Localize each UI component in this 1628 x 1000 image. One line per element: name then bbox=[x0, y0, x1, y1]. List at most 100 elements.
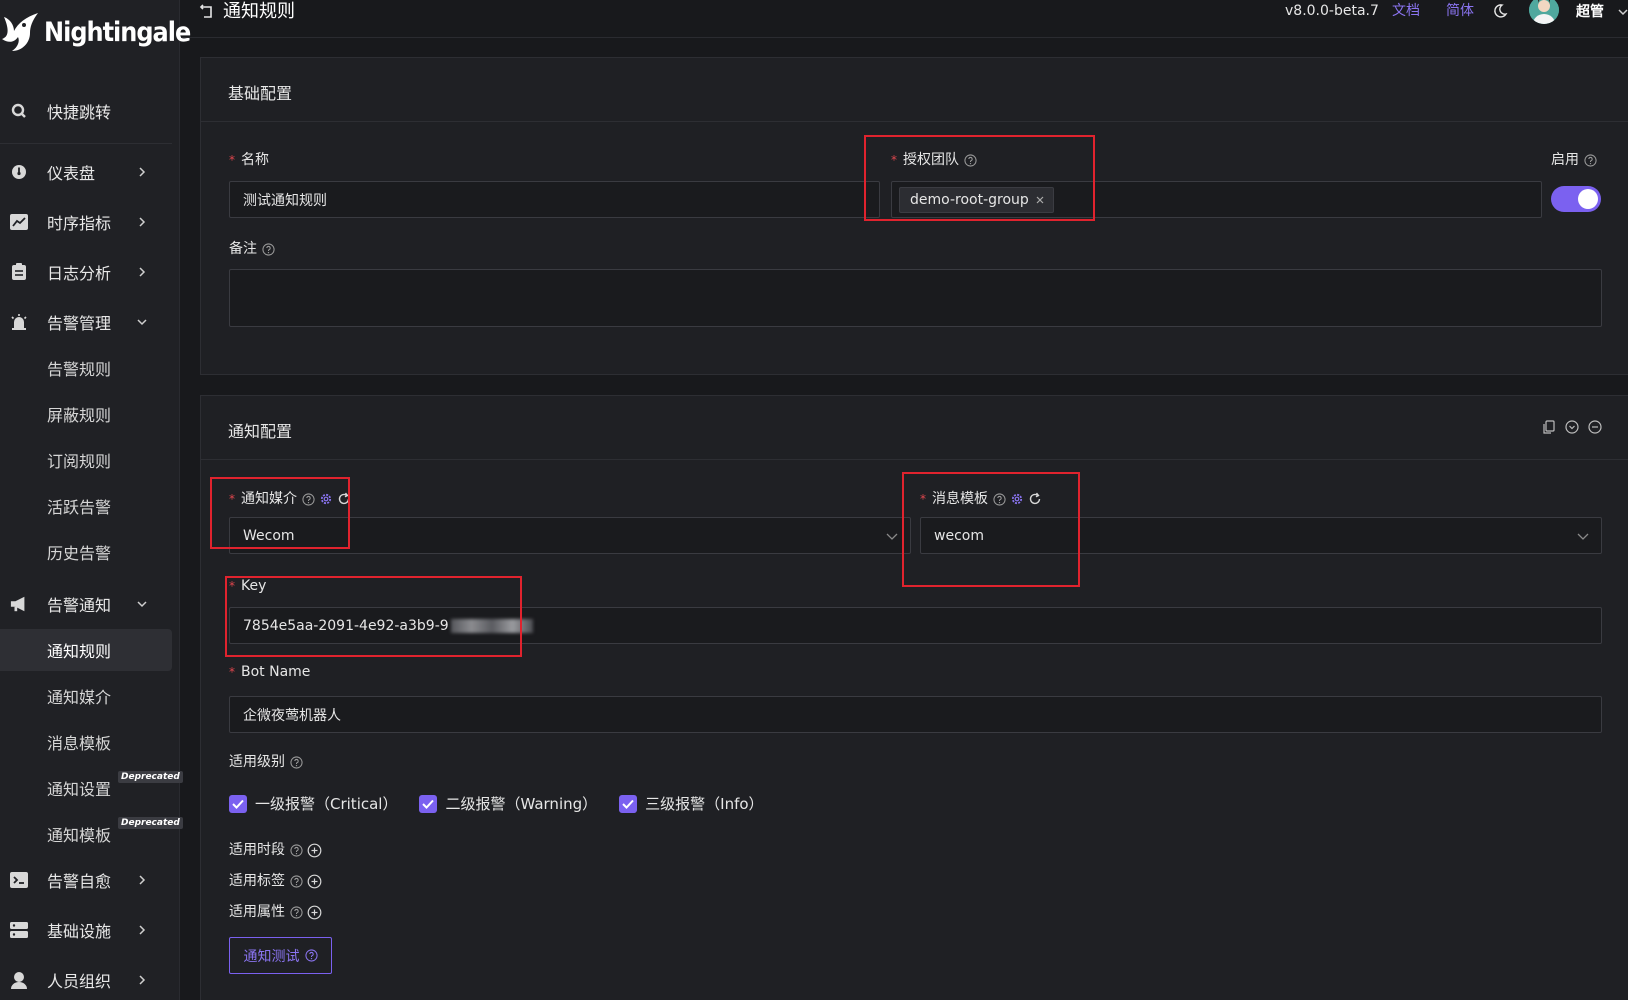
input-value: 测试通知规则 bbox=[243, 192, 327, 209]
level-checkbox-warning[interactable]: 二级报警（Warning） bbox=[419, 793, 597, 814]
template-select[interactable]: wecom bbox=[920, 517, 1602, 554]
enable-toggle[interactable] bbox=[1551, 186, 1601, 212]
checkbox-checked[interactable] bbox=[619, 794, 638, 813]
gear-icon[interactable] bbox=[319, 492, 333, 506]
sidebar-item-notify-settings[interactable]: 通知设置 Deprecated bbox=[0, 767, 183, 809]
add-circle-icon[interactable] bbox=[307, 874, 322, 889]
enable-label: 启用 bbox=[1551, 151, 1597, 169]
sidebar-item-notify-media[interactable]: 通知媒介 bbox=[0, 675, 172, 717]
page-title: 通知规则 bbox=[223, 1, 295, 22]
app-logo[interactable]: Nightingale bbox=[0, 6, 191, 58]
label-text: 消息模板 bbox=[932, 491, 988, 507]
line-chart-icon bbox=[10, 213, 28, 231]
media-select[interactable]: Wecom bbox=[229, 517, 911, 554]
section-title: 基础配置 bbox=[228, 84, 293, 103]
help-icon[interactable] bbox=[1584, 153, 1597, 167]
sidebar-item-mute-rules[interactable]: 屏蔽规则 bbox=[0, 393, 172, 435]
help-icon[interactable] bbox=[262, 242, 275, 256]
gear-icon[interactable] bbox=[1010, 492, 1024, 506]
refresh-icon[interactable] bbox=[1028, 492, 1042, 506]
nightingale-logo-icon bbox=[2, 13, 38, 51]
refresh-icon[interactable] bbox=[337, 492, 351, 506]
attributes-label: 适用属性 bbox=[229, 903, 322, 921]
sidebar-item-label: 快捷跳转 bbox=[47, 103, 112, 122]
input-value: 7854e5aa-2091-4e92-a3b9-9 bbox=[243, 617, 449, 634]
sidebar-item-notify-rules[interactable]: 通知规则 bbox=[0, 629, 172, 671]
sidebar-item-active-alerts[interactable]: 活跃告警 bbox=[0, 485, 172, 527]
input-value: 企微夜莺机器人 bbox=[243, 707, 341, 724]
sidebar-item-dashboard[interactable]: 仪表盘 bbox=[0, 152, 172, 192]
sidebar-item-subscribe-rules[interactable]: 订阅规则 bbox=[0, 439, 172, 481]
sidebar-item-label: 仪表盘 bbox=[47, 164, 96, 183]
add-circle-icon[interactable] bbox=[307, 905, 322, 920]
sidebar-item-label: 日志分析 bbox=[47, 264, 112, 283]
help-icon[interactable] bbox=[290, 755, 303, 769]
label-text: 通知媒介 bbox=[241, 491, 297, 507]
sidebar: Nightingale 快捷跳转 仪表盘 时序指标 日志分析 告警管理 告警规则… bbox=[0, 0, 191, 1000]
section-title: 通知配置 bbox=[228, 422, 293, 441]
help-icon[interactable] bbox=[290, 843, 303, 857]
sidebar-item-label: 通知模板 bbox=[47, 826, 112, 845]
dashboard-icon bbox=[10, 163, 28, 181]
sidebar-item-history-alerts[interactable]: 历史告警 bbox=[0, 531, 172, 573]
sidebar-item-self-healing[interactable]: 告警自愈 bbox=[0, 860, 172, 900]
docs-link[interactable]: 文档 bbox=[1392, 0, 1420, 22]
remove-circle-icon[interactable] bbox=[1588, 420, 1602, 434]
chevron-down-icon[interactable] bbox=[1617, 6, 1628, 18]
template-label: * 消息模板 bbox=[920, 490, 1042, 508]
sidebar-item-label: 通知设置 bbox=[47, 780, 112, 799]
key-input[interactable]: 7854e5aa-2091-4e92-a3b9-9 bbox=[229, 607, 1602, 644]
sidebar-item-notify-templates[interactable]: 通知模板 Deprecated bbox=[0, 813, 183, 855]
card-tools bbox=[1542, 420, 1602, 434]
copy-icon[interactable] bbox=[1542, 420, 1556, 434]
sidebar-item-quick-jump[interactable]: 快捷跳转 bbox=[0, 91, 172, 131]
chevron-down-icon bbox=[1577, 533, 1589, 540]
avatar[interactable] bbox=[1529, 0, 1559, 24]
required-mark: * bbox=[229, 153, 235, 167]
select-value: wecom bbox=[934, 527, 984, 544]
help-icon[interactable] bbox=[993, 492, 1006, 506]
back-arrow-icon[interactable] bbox=[199, 3, 215, 19]
sidebar-item-message-templates[interactable]: 消息模板 bbox=[0, 721, 172, 763]
tags-label: 适用标签 bbox=[229, 872, 322, 890]
close-icon[interactable] bbox=[1035, 195, 1045, 205]
sidebar-item-alert-rules[interactable]: 告警规则 bbox=[0, 347, 172, 389]
checkbox-label: 一级报警（Critical） bbox=[255, 795, 398, 813]
team-tag: demo-root-group bbox=[899, 186, 1054, 213]
name-input[interactable]: 测试通知规则 bbox=[229, 181, 880, 218]
sidebar-divider bbox=[0, 143, 172, 144]
version-label: v8.0.0-beta.7 bbox=[1285, 3, 1379, 19]
sidebar-item-label: 告警管理 bbox=[47, 314, 112, 333]
sidebar-item-label: 人员组织 bbox=[47, 972, 112, 991]
help-icon[interactable] bbox=[302, 492, 315, 506]
notify-test-button[interactable]: 通知测试 bbox=[229, 937, 332, 974]
add-circle-icon[interactable] bbox=[307, 843, 322, 858]
user-name[interactable]: 超管 bbox=[1576, 1, 1604, 23]
deprecated-badge: Deprecated bbox=[118, 817, 183, 829]
checkbox-label: 三级报警（Info） bbox=[645, 795, 764, 813]
note-textarea[interactable] bbox=[229, 269, 1602, 327]
sidebar-item-infrastructure[interactable]: 基础设施 bbox=[0, 910, 172, 950]
language-switch[interactable]: 简体 bbox=[1446, 0, 1474, 22]
help-icon[interactable] bbox=[290, 905, 303, 919]
level-checkbox-info[interactable]: 三级报警（Info） bbox=[619, 793, 764, 814]
moon-icon[interactable] bbox=[1492, 3, 1508, 19]
top-bar: 通知规则 v8.0.0-beta.7 文档 简体 超管 bbox=[181, 0, 1628, 38]
tag-text: demo-root-group bbox=[910, 191, 1029, 208]
help-icon[interactable] bbox=[964, 153, 977, 167]
collapse-circle-icon[interactable] bbox=[1565, 420, 1579, 434]
basic-config-card: 基础配置 * 名称 测试通知规则 * 授权团队 demo-root-group … bbox=[200, 57, 1628, 375]
help-icon[interactable] bbox=[290, 874, 303, 888]
sidebar-item-alert-notify[interactable]: 告警通知 bbox=[0, 584, 172, 624]
sidebar-item-people-org[interactable]: 人员组织 bbox=[0, 960, 172, 1000]
level-checkbox-critical[interactable]: 一级报警（Critical） bbox=[229, 793, 397, 814]
team-select[interactable]: demo-root-group bbox=[891, 181, 1542, 218]
sidebar-item-alert-management[interactable]: 告警管理 bbox=[0, 302, 172, 342]
sidebar-item-logs[interactable]: 日志分析 bbox=[0, 252, 172, 292]
button-label: 通知测试 bbox=[243, 947, 300, 964]
checkbox-checked[interactable] bbox=[229, 794, 247, 813]
bot-name-input[interactable]: 企微夜莺机器人 bbox=[229, 696, 1602, 733]
sidebar-item-metrics[interactable]: 时序指标 bbox=[0, 202, 172, 242]
checkbox-checked[interactable] bbox=[419, 794, 438, 813]
bot-name-label: * Bot Name bbox=[229, 663, 310, 681]
